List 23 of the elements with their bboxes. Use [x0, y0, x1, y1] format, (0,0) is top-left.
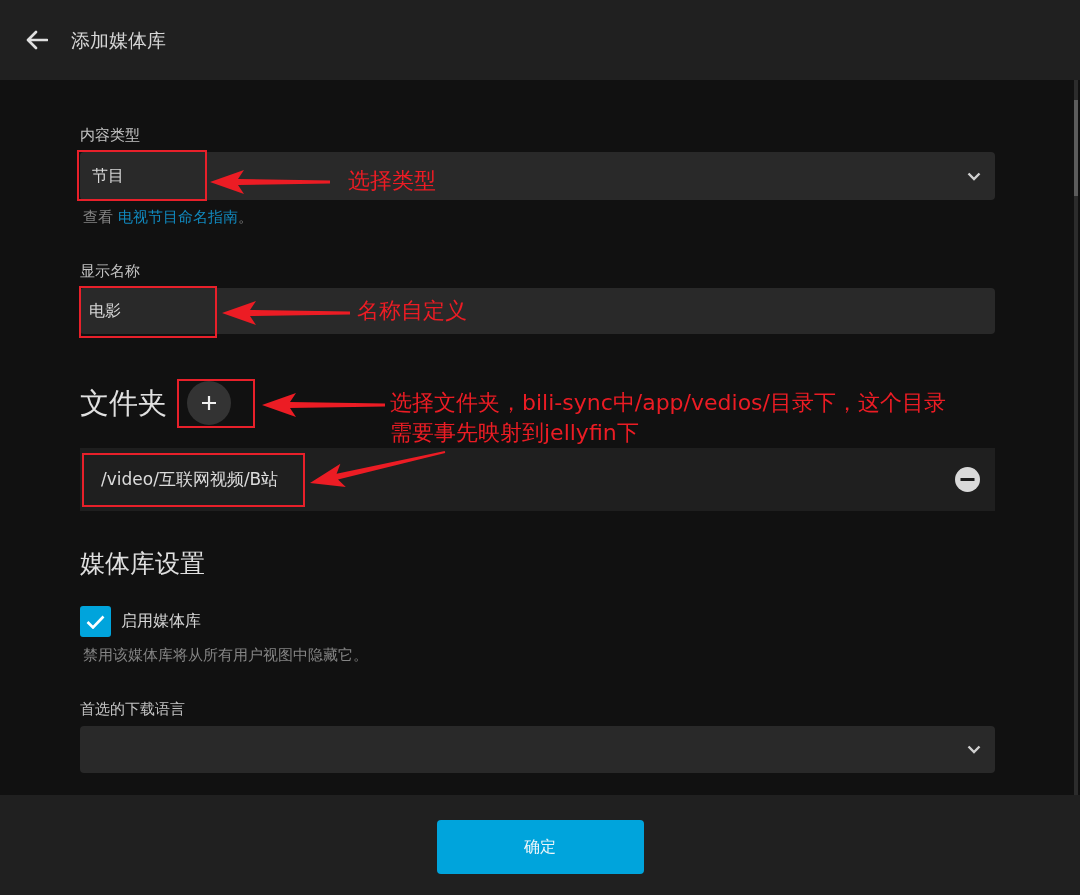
help-text: 查看 电视节目命名指南。 — [83, 208, 255, 227]
plus-icon — [202, 396, 216, 410]
add-folder-button[interactable] — [187, 381, 231, 425]
naming-guide-link[interactable]: 电视节目命名指南 — [118, 209, 239, 225]
chevron-down-icon — [967, 171, 981, 181]
checkbox[interactable] — [80, 606, 111, 637]
field-label: 首选的下载语言 — [80, 700, 186, 718]
page-title: 添加媒体库 — [71, 28, 166, 52]
field-label: 内容类型 — [80, 126, 141, 144]
section-heading: 文件夹 — [80, 385, 167, 421]
remove-icon[interactable] — [955, 467, 980, 492]
checkmark-icon — [86, 614, 105, 629]
chevron-down-icon — [967, 745, 981, 754]
field-label: 显示名称 — [80, 262, 141, 280]
annotation-text: 名称自定义 — [357, 297, 467, 325]
help-text: 禁用该媒体库将从所有用户视图中隐藏它。 — [83, 646, 369, 665]
annotation-text: 选择文件夹，bili-sync中/app/vedios/目录下，这个目录需要事先映射到jellyfin下 — [390, 389, 947, 447]
annotation-text: 选择类型 — [348, 167, 436, 195]
folder-path: /video/互联网视频/B站 — [101, 468, 279, 491]
scrollbar-thumb[interactable] — [1074, 100, 1078, 196]
back-arrow-icon — [26, 30, 48, 50]
section-heading: 媒体库设置 — [80, 548, 206, 580]
checkbox-label: 启用媒体库 — [121, 611, 201, 632]
